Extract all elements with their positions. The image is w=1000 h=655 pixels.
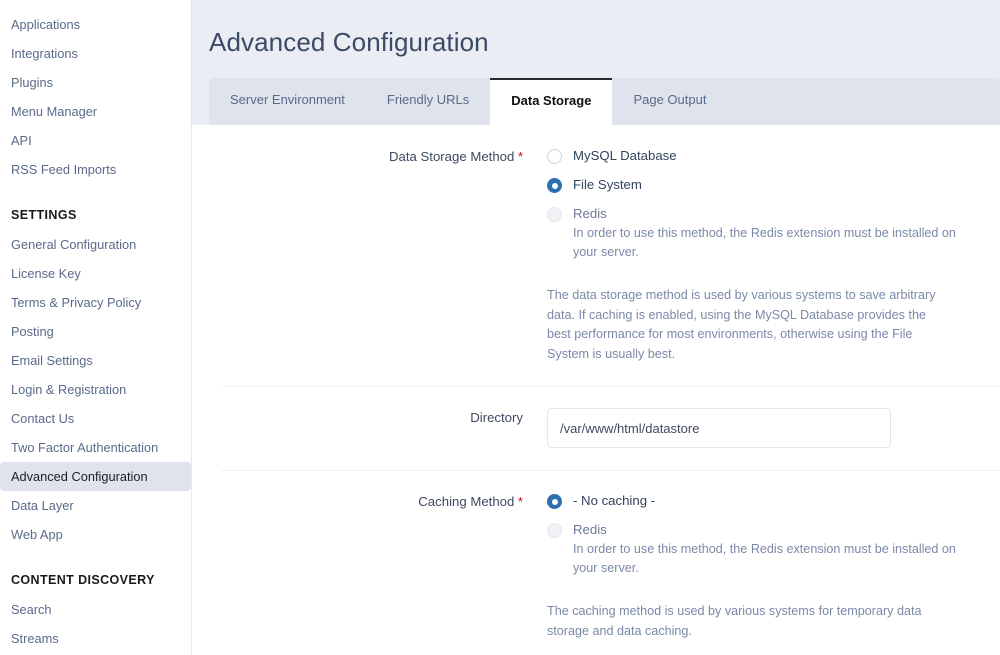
- sidebar-item-terms-privacy-policy[interactable]: Terms & Privacy Policy: [0, 288, 191, 317]
- radio-option-label: - No caching -: [573, 493, 656, 508]
- sidebar-item-web-app[interactable]: Web App: [0, 520, 191, 549]
- radio-option[interactable]: - No caching -: [547, 492, 984, 509]
- form-label-text: Caching Method: [418, 494, 515, 509]
- form-row-field: [547, 408, 984, 448]
- sidebar-group-heading: SETTINGS: [11, 208, 77, 222]
- tab-friendly-urls[interactable]: Friendly URLs: [366, 78, 490, 125]
- tab-data-storage[interactable]: Data Storage: [490, 78, 613, 125]
- radio-button-icon[interactable]: [547, 178, 562, 193]
- radio-button-icon[interactable]: [547, 523, 562, 538]
- sidebar-item-login-registration[interactable]: Login & Registration: [0, 375, 191, 404]
- radio-option-help-text: In order to use this method, the Redis e…: [573, 226, 956, 259]
- form-row: Directory: [192, 386, 1000, 470]
- field-help-text: The data storage method is used by vario…: [547, 288, 936, 361]
- directory-input[interactable]: [547, 408, 891, 448]
- sidebar-item-integrations[interactable]: Integrations: [0, 39, 191, 68]
- sidebar-item-general-configuration[interactable]: General Configuration: [0, 230, 191, 259]
- form-row-field: MySQL Database File System Redis In order t…: [547, 147, 984, 364]
- form-row-label: Caching Method *: [192, 492, 547, 641]
- form-label-text: Directory: [470, 410, 523, 425]
- radio-option[interactable]: File System: [547, 176, 984, 193]
- form-label-text: Data Storage Method: [388, 149, 515, 164]
- radio-button-icon[interactable]: [547, 494, 562, 509]
- sidebar-item-posting[interactable]: Posting: [0, 317, 191, 346]
- required-asterisk: *: [514, 149, 523, 164]
- main-panel: Advanced Configuration Server Environmen…: [191, 0, 1000, 655]
- sidebar-item-plugins[interactable]: Plugins: [0, 68, 191, 97]
- sidebar: SITE FEATURES ApplicationsIntegrationsPlu…: [0, 0, 191, 655]
- radio-option-body: - No caching -: [573, 492, 984, 509]
- radio-option-body: Redis In order to use this method, the Re…: [573, 205, 984, 262]
- sidebar-item-license-key[interactable]: License Key: [0, 259, 191, 288]
- sidebar-item-menu-manager[interactable]: Menu Manager: [0, 97, 191, 126]
- sidebar-item-applications[interactable]: Applications: [0, 10, 191, 39]
- sidebar-nav-list: SITE FEATURES ApplicationsIntegrationsPlu…: [0, 0, 191, 653]
- radio-option-body: File System: [573, 176, 984, 193]
- tab-strip: Server Environment Friendly URLs Data Stor…: [209, 78, 1000, 125]
- radio-option-body: MySQL Database: [573, 147, 984, 164]
- radio-option[interactable]: Redis In order to use this method, the Re…: [547, 205, 984, 262]
- radio-option-label: Redis: [573, 522, 607, 537]
- radio-option-label: Redis: [573, 206, 607, 221]
- form-row-label: Data Storage Method *: [192, 147, 547, 364]
- sidebar-group-heading: CONTENT DISCOVERY: [11, 573, 155, 587]
- sidebar-item-rss-feed-imports[interactable]: RSS Feed Imports: [0, 155, 191, 184]
- form-row-label: Directory: [192, 408, 547, 448]
- radio-option-label: MySQL Database: [573, 148, 677, 163]
- sidebar-item-advanced-configuration[interactable]: Advanced Configuration: [0, 462, 191, 491]
- form-row: Data Storage Method * MySQL Database File …: [192, 125, 1000, 386]
- page-title: Advanced Configuration: [209, 27, 489, 57]
- radio-option[interactable]: Redis In order to use this method, the Re…: [547, 521, 984, 578]
- tab-bar: Server Environment Friendly URLs Data Stor…: [191, 78, 1000, 125]
- sidebar-item-email-settings[interactable]: Email Settings: [0, 346, 191, 375]
- tab-server-environment[interactable]: Server Environment: [209, 78, 366, 125]
- form-row: Caching Method * - No caching - Redis In or…: [192, 470, 1000, 655]
- page-header: Advanced Configuration: [191, 0, 1000, 78]
- admin-page: SITE FEATURES ApplicationsIntegrationsPlu…: [0, 0, 1000, 655]
- radio-option-label: File System: [573, 177, 642, 192]
- sidebar-item-contact-us[interactable]: Contact Us: [0, 404, 191, 433]
- sidebar-item-two-factor-authentication[interactable]: Two Factor Authentication: [0, 433, 191, 462]
- radio-button-icon[interactable]: [547, 149, 562, 164]
- sidebar-item-data-layer[interactable]: Data Layer: [0, 491, 191, 520]
- sidebar-item-search[interactable]: Search: [0, 595, 191, 624]
- radio-option-body: Redis In order to use this method, the Re…: [573, 521, 984, 578]
- form-row-field: - No caching - Redis In order to use this …: [547, 492, 984, 641]
- radio-option-help-text: In order to use this method, the Redis e…: [573, 542, 956, 575]
- sidebar-group-heading: SITE FEATURES: [0, 0, 191, 4]
- required-asterisk: *: [514, 494, 523, 509]
- radio-button-icon[interactable]: [547, 207, 562, 222]
- sidebar-item-api[interactable]: API: [0, 126, 191, 155]
- radio-option[interactable]: MySQL Database: [547, 147, 984, 164]
- tab-page-output[interactable]: Page Output: [612, 78, 727, 125]
- settings-form: Data Storage Method * MySQL Database File …: [191, 125, 1000, 655]
- sidebar-item-streams[interactable]: Streams: [0, 624, 191, 653]
- field-help-text: The caching method is used by various sy…: [547, 604, 922, 638]
